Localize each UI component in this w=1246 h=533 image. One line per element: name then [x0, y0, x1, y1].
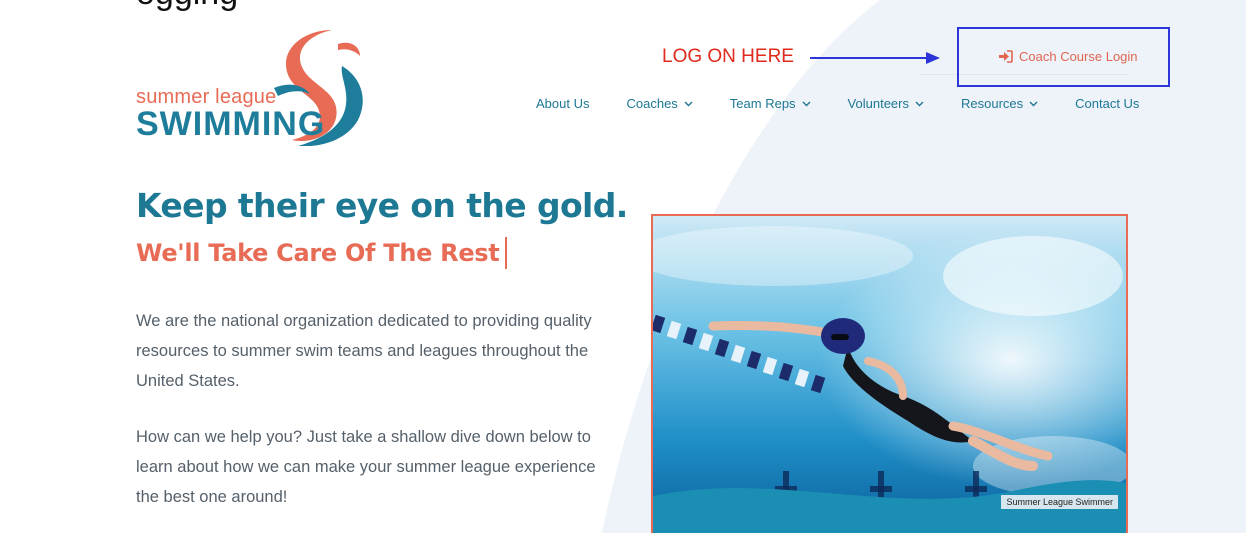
nav-item-label: Contact Us [1075, 96, 1140, 111]
nav-item-about-us[interactable]: About Us [536, 96, 589, 111]
nav-item-volunteers[interactable]: Volunteers [848, 96, 924, 111]
nav-item-label: Volunteers [847, 96, 909, 111]
typing-cursor [505, 237, 508, 269]
hero-subhead: We'll Take Care Of The Rest [136, 237, 508, 269]
hero-headline: Keep their eye on the gold. [136, 186, 628, 225]
main-navigation: About Us Coaches Team Reps Volunteers Re… [536, 96, 1139, 111]
annotation-label: LOG ON HERE [662, 46, 794, 67]
nav-item-label: Team Reps [729, 96, 796, 111]
nav-item-coaches[interactable]: Coaches [626, 96, 693, 111]
cropped-heading-text: ogging [136, 0, 238, 13]
hero-help-paragraph: How can we help you? Just take a shallow… [136, 428, 596, 506]
chevron-down-icon [684, 101, 693, 106]
chevron-down-icon [802, 101, 811, 106]
image-caption: Summer League Swimmer [1001, 495, 1118, 509]
chevron-down-icon [915, 101, 924, 106]
nav-item-label: About Us [536, 96, 590, 111]
nav-item-label: Resources [960, 96, 1024, 111]
coach-course-login-link[interactable]: Coach Course Login [998, 49, 1138, 64]
hero-photo: Summer League Swimmer [651, 214, 1128, 533]
annotation-arrow-icon [810, 52, 940, 64]
sign-in-icon [999, 50, 1013, 63]
chevron-down-icon [1029, 101, 1038, 106]
nav-item-label: Coaches [626, 96, 678, 111]
hero-subhead-text: We'll Take Care Of The Rest [136, 239, 500, 267]
nav-item-resources[interactable]: Resources [961, 96, 1038, 111]
hero-intro-paragraph: We are the national organization dedicat… [136, 312, 592, 390]
nav-item-team-reps[interactable]: Team Reps [730, 96, 811, 111]
swimmer-photo-illustration [653, 216, 1126, 533]
coach-course-login-label: Coach Course Login [1019, 49, 1138, 64]
logo-text-swimming: SWIMMING [136, 105, 326, 143]
nav-item-contact-us[interactable]: Contact Us [1075, 96, 1139, 111]
site-logo[interactable]: summer league SWIMMING [136, 26, 376, 146]
